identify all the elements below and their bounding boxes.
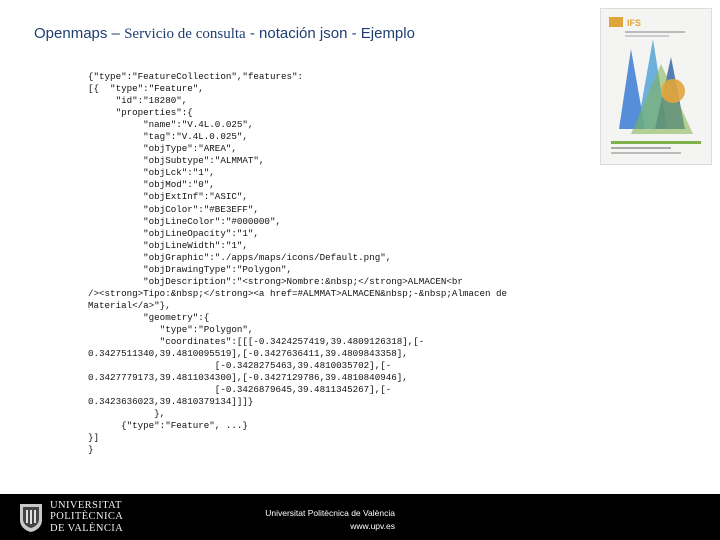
- logo-line: POLITÈCNICA: [50, 511, 124, 523]
- footer-bar: UNIVERSITAT POLITÈCNICA DE VALÈNCIA Univ…: [0, 494, 720, 540]
- page-title: Openmaps – Servicio de consulta - notaci…: [34, 25, 415, 43]
- json-example-code: {"type":"FeatureCollection","features": …: [88, 71, 508, 456]
- institution-name: Universitat Politècnica de València: [265, 508, 395, 518]
- title-service: Servicio de consulta: [124, 26, 246, 42]
- cover-badge-text: IFS: [627, 18, 641, 28]
- upv-logo-text: UNIVERSITAT POLITÈCNICA DE VALÈNCIA: [50, 500, 130, 534]
- logo-line: DE VALÈNCIA: [50, 522, 124, 534]
- cover-illustration: IFS: [601, 9, 711, 164]
- logo-line: UNIVERSITAT: [50, 500, 122, 511]
- institution-url[interactable]: www.upv.es: [350, 521, 395, 531]
- title-subject: - notación json - Ejemplo: [245, 25, 415, 42]
- cover-image: IFS: [600, 8, 712, 165]
- upv-shield-icon: [20, 504, 42, 532]
- cover-logo-mark: [609, 17, 623, 27]
- title-app-name: Openmaps –: [34, 25, 125, 42]
